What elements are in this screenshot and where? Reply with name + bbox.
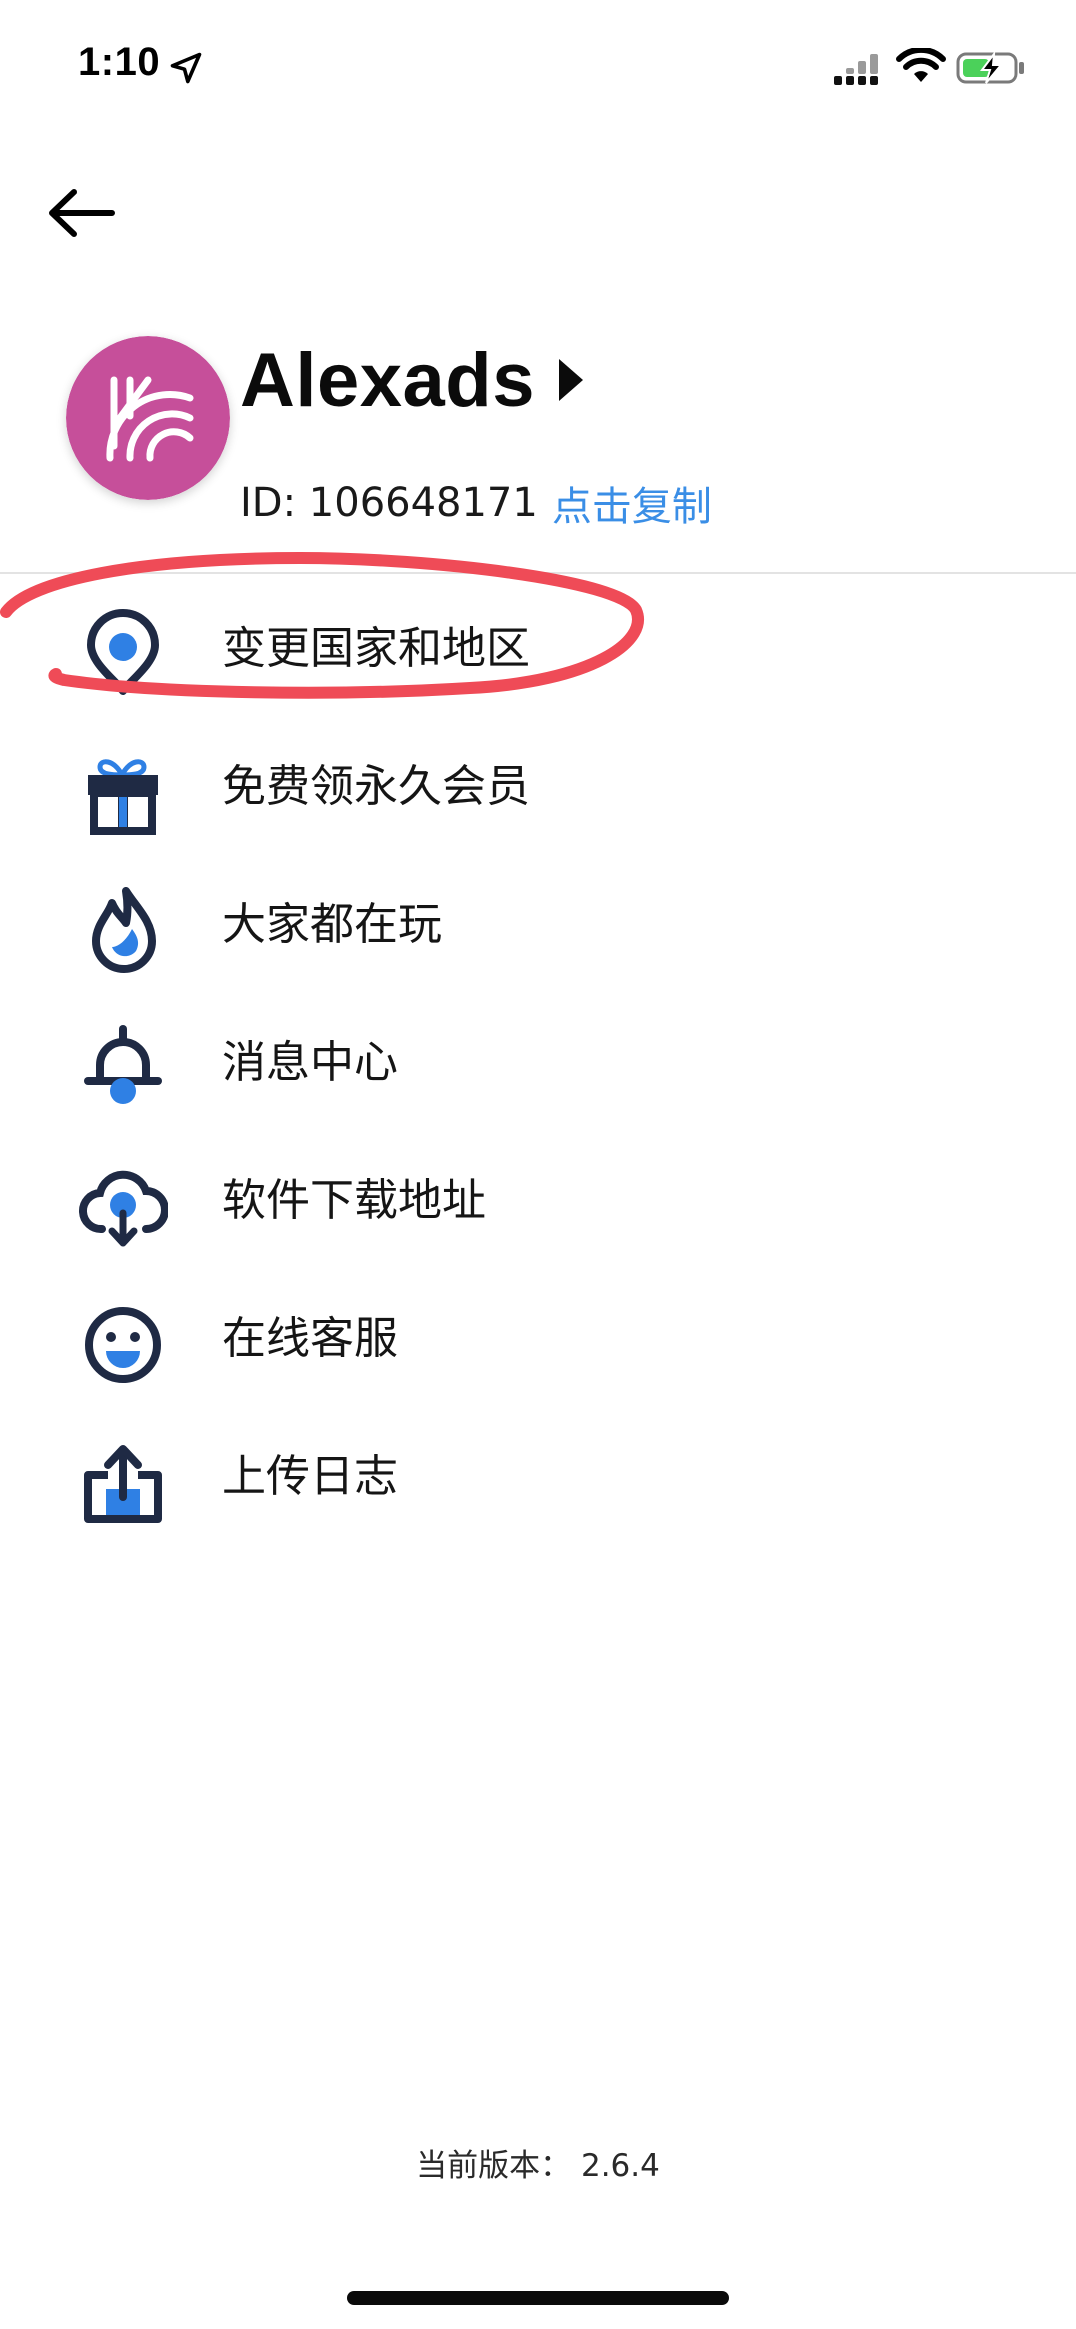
user-id: ID: 106648171 (240, 480, 538, 526)
smiley-face-icon (85, 1307, 161, 1383)
menu-item-label: 软件下载地址 (222, 1175, 486, 1226)
menu-item-free-membership[interactable]: 免费领永久会员 (0, 713, 1076, 851)
user-id-row: ID: 106648171 点击复制 (240, 474, 712, 532)
arrow-left-icon (49, 189, 115, 237)
profile-name-link[interactable]: Alexads (240, 330, 583, 430)
divider (0, 572, 1076, 574)
menu-item-label: 大家都在玩 (222, 899, 442, 950)
location-arrow-icon (170, 52, 202, 84)
copy-id-link[interactable]: 点击复制 (552, 474, 712, 532)
menu-item-popular-games[interactable]: 大家都在玩 (0, 851, 1076, 989)
menu-list: 变更国家和地区 免费领永久会员 大家都在玩 消息中心 软件下载地址 在线客服 上… (0, 575, 1076, 1541)
upload-icon (84, 1445, 162, 1523)
cellular-signal-icon (834, 54, 878, 85)
bell-icon (84, 1025, 162, 1104)
menu-item-label: 变更国家和地区 (222, 623, 530, 674)
username: Alexads (240, 337, 535, 423)
home-indicator[interactable] (347, 2291, 729, 2305)
wifi-icon (896, 48, 946, 82)
menu-item-label: 上传日志 (222, 1451, 398, 1502)
status-bar: 1:10 (0, 0, 1076, 140)
menu-item-download-address[interactable]: 软件下载地址 (0, 1127, 1076, 1265)
gift-icon (88, 759, 158, 835)
app-logo-icon (66, 336, 230, 500)
battery-charging-icon (956, 50, 1024, 84)
app-version: 当前版本： 2.6.4 (416, 2148, 660, 2184)
menu-item-label: 消息中心 (222, 1037, 398, 1088)
menu-item-message-center[interactable]: 消息中心 (0, 989, 1076, 1127)
location-pin-icon (87, 609, 159, 695)
status-time: 1:10 (78, 40, 161, 84)
cloud-download-icon (78, 1170, 168, 1247)
menu-item-label: 免费领永久会员 (222, 761, 530, 812)
avatar[interactable] (66, 336, 230, 500)
flame-icon (92, 887, 156, 973)
menu-item-upload-log[interactable]: 上传日志 (0, 1403, 1076, 1541)
back-button[interactable] (42, 176, 122, 256)
menu-item-label: 在线客服 (222, 1313, 398, 1364)
menu-item-customer-service[interactable]: 在线客服 (0, 1265, 1076, 1403)
menu-item-change-region[interactable]: 变更国家和地区 (0, 575, 1076, 713)
caret-right-icon (559, 359, 583, 401)
